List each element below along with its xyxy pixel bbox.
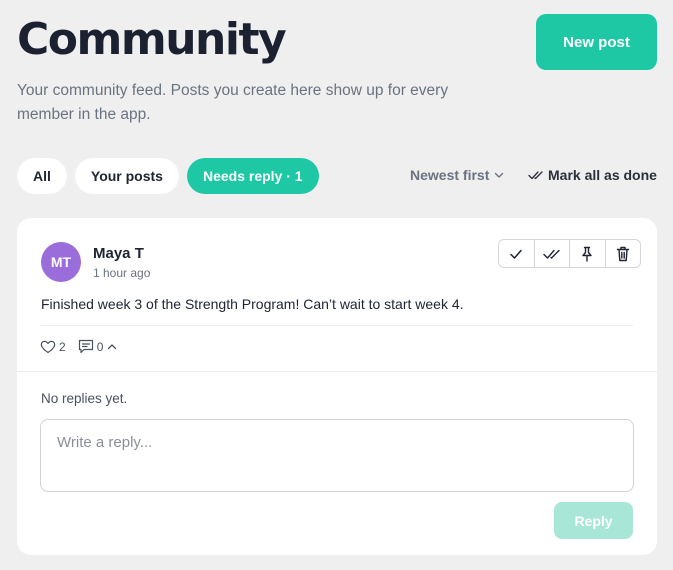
- comment-count: 0: [96, 339, 104, 354]
- heart-icon: [40, 340, 56, 353]
- sort-label: Newest first: [410, 167, 490, 183]
- post-card: MT Maya T 1 hour ago Finished week 3 of …: [17, 218, 657, 555]
- divider: [17, 371, 657, 372]
- post-actions: [498, 239, 641, 268]
- reply-button[interactable]: Reply: [554, 502, 633, 539]
- reply-input[interactable]: [40, 419, 634, 492]
- community-page: Community New post Your community feed. …: [0, 0, 673, 570]
- filter-your-posts[interactable]: Your posts: [74, 158, 179, 194]
- comments-toggle[interactable]: 0: [78, 339, 119, 354]
- page-subtitle: Your community feed. Posts you create he…: [17, 82, 449, 123]
- post-body: Finished week 3 of the Strength Program!…: [41, 296, 464, 312]
- mark-all-done-button[interactable]: Mark all as done: [528, 167, 657, 183]
- avatar: MT: [41, 242, 81, 282]
- double-check-icon: [543, 249, 560, 259]
- new-post-button[interactable]: New post: [536, 14, 657, 70]
- like-button[interactable]: 2: [40, 340, 66, 354]
- chevron-down-icon: [495, 172, 504, 178]
- post-time: 1 hour ago: [93, 266, 151, 280]
- mark-done-button[interactable]: [499, 240, 535, 267]
- pin-button[interactable]: [570, 240, 606, 267]
- chevron-up-icon: [108, 343, 117, 349]
- check-icon: [510, 249, 522, 259]
- post-author: Maya T: [93, 245, 144, 262]
- sort-dropdown[interactable]: Newest first: [410, 167, 505, 183]
- filter-needs-reply[interactable]: Needs reply · 1: [186, 158, 319, 194]
- pin-icon: [582, 246, 592, 262]
- no-replies-text: No replies yet.: [41, 391, 128, 406]
- divider: [41, 325, 633, 326]
- mark-thread-done-button[interactable]: [535, 240, 570, 267]
- post-stats: 2 0: [40, 339, 118, 354]
- mark-all-done-label: Mark all as done: [548, 167, 657, 183]
- double-check-icon: [528, 171, 543, 180]
- filter-all[interactable]: All: [17, 158, 67, 194]
- trash-icon: [616, 246, 629, 261]
- filter-chips: All Your posts Needs reply · 1: [17, 158, 319, 194]
- comment-icon: [78, 339, 93, 354]
- delete-button[interactable]: [606, 240, 641, 267]
- page-title: Community: [17, 14, 287, 65]
- like-count: 2: [59, 339, 66, 354]
